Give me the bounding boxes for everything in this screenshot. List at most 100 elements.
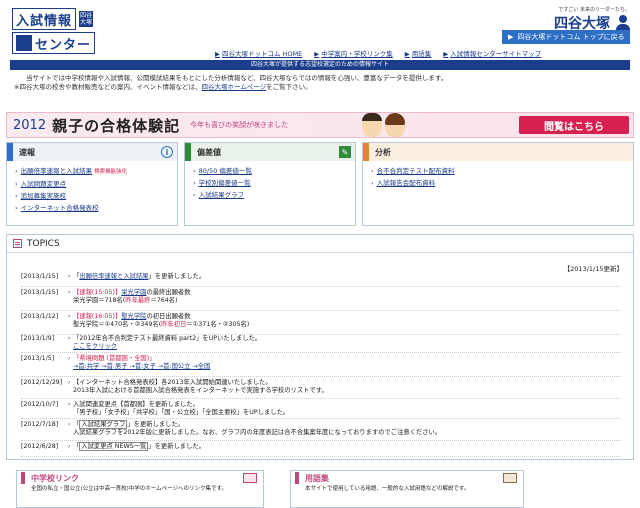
nav-school-links-label: 中学案内・学校リンク集 (321, 50, 393, 58)
topic-link[interactable]: 栄光学園 (121, 289, 146, 296)
girl-icon (385, 113, 405, 137)
nav-home[interactable]: ▶ 四谷大塚ドットコム HOME (215, 48, 302, 58)
topic-line1: 「2012年合不合判定テスト最終資料 part2」をUPいたしました。 (73, 335, 613, 343)
school-links-box[interactable]: 中学校リンク 全国の私立・国公立(公立は中高一貫校)中学のホームページへのリンク… (16, 470, 264, 508)
topic-link[interactable]: →首:共学 →首:男子 →首:女子 →首:国公立 →全国 (73, 363, 210, 370)
intro-text: 当サイトでは中学校情報や入試情報、公開模試結果をもとにした分析情報など、四谷大塚… (10, 74, 630, 102)
topic-line1: 「入試変更点 NEWS一覧」を更新しました。 (73, 442, 613, 451)
topic-body: 「入試変更点 NEWS一覧」を更新しました。 (68, 442, 613, 451)
topic-text: 【インターネット合格発表校】各2013年入試開始関連いたしました。 (73, 379, 272, 386)
topic-date: [2013/1/15] (21, 289, 59, 296)
topic-text: の最終出願者数 (146, 289, 191, 296)
topic-line1: 入試関連変更点【首都圏】を更新しました。 (73, 401, 613, 409)
intro-line2-post: をご覧下さい。 (266, 83, 312, 91)
topic-date: [2012/10/7] (21, 401, 59, 408)
topic-line1: 【速報(15:05)】栄光学園の最終出願者数 (73, 289, 613, 297)
topic-text: 入試変更点 NEWS一覧 (79, 442, 149, 451)
panel-news: 速報 i 出願倍率速報と入試結果検索機能強化 入試問題変更点 追加募集実施校 イン… (6, 142, 178, 226)
topic-line2: 栄光学園＝718名(昨年最終＝764名) (73, 297, 613, 305)
topic-line1: 「出願倍率速報と入試結果」を更新しました。 (73, 273, 613, 281)
link-internet-results[interactable]: インターネット合格発表校 (21, 204, 99, 212)
topic-row: [2013/1/12] 【速報(16:05)】聖光学院の初日出願者数聖光学院＝①4… (21, 313, 621, 335)
topics-title: TOPICS (27, 238, 60, 249)
link-exam-changes[interactable]: 入試問題変更点 (21, 180, 67, 188)
list-item: 学校別偏差値一覧 (193, 177, 347, 189)
page: 入試情報 四谷大塚 センター ですごい 未来のリーダーたち。 四谷大塚 ▶ 四谷大… (0, 0, 640, 508)
panel-analysis-title: 分析 (375, 147, 391, 157)
yotsuya-homepage-link[interactable]: 四谷大塚ホームページ (201, 83, 266, 91)
list-item: インターネット合格発表校 (15, 202, 169, 214)
link-application-ratio[interactable]: 出願倍率速報と入試結果 (21, 167, 93, 175)
topic-text: ＝①371名・②305名) (186, 321, 250, 328)
banner-subtitle: 今年も喜びの笑顔が咲きました (190, 121, 289, 129)
topic-link[interactable]: 聖光学院 (121, 313, 146, 320)
list-item: 入試結果グラフ (193, 189, 347, 201)
list-item: 入試問題変更点 (15, 178, 169, 190)
topic-body: 【速報(16:05)】聖光学院の初日出願者数聖光学院＝①470名・②349名(昨… (68, 313, 613, 329)
topic-text: 」を更新しました。 (148, 273, 206, 280)
topic-text: の初日出願者数 (146, 313, 191, 320)
nav-glossary[interactable]: ▶ 用語集 (405, 48, 432, 58)
brand[interactable]: ですごい 未来のリーダーたち。 四谷大塚 (554, 6, 630, 33)
experience-banner[interactable]: 2012 親子の合格体験記 今年も喜びの笑顔が咲きました 閲覧はこちら (6, 112, 634, 138)
panel-deviation-bar (185, 143, 191, 161)
topic-line1: 【インターネット合格発表校】各2013年入試開始関連いたしました。 (73, 379, 613, 387)
arrow-icon: ▶ (215, 50, 220, 58)
panel-analysis-bar (363, 143, 369, 161)
topic-body: 【インターネット合格発表校】各2013年入試開始関連いたしました。2013年入試… (68, 379, 613, 395)
topic-line2: 入試結果グラフを2012年版に更新しました。なお、グラフ内の年度表記は合不合集案… (73, 429, 613, 437)
topic-line1: 「入試結果グラフ」を更新しました。 (73, 420, 613, 429)
topic-line1: 「県境問題 (首都圏・全国)」 (73, 355, 613, 363)
topics-updated: 【2013/1/15更新】 (563, 265, 623, 273)
topic-date: [2013/1/12] (21, 313, 59, 320)
site-logo[interactable]: 入試情報 四谷大塚 センター (12, 8, 150, 54)
panel-deviation-title: 偏差値 (197, 147, 221, 157)
banner-year: 2012 (13, 117, 47, 133)
topic-row: [2012/6/28] 「入試変更点 NEWS一覧」を更新しました。 (21, 442, 621, 457)
topic-text: 聖光学院＝①470名・②349名( (73, 321, 162, 328)
nav-sitemap[interactable]: ▶ 入試情報センターサイトマップ (443, 48, 541, 58)
topic-date: [2012/7/18] (21, 421, 59, 428)
glossary-box[interactable]: 用語集 本サイトで使用している用語、一般的な入試用語などの解説です。 (290, 470, 524, 508)
topics-section: TOPICS 【2013/1/15更新】 [2013/1/15] 「出願倍率速報と… (6, 234, 634, 460)
topic-text: 昨年最終 (125, 297, 151, 304)
link-result-graph[interactable]: 入試結果グラフ (199, 191, 245, 199)
topic-date: [2012/6/28] (21, 443, 59, 450)
topic-body: 入試関連変更点【首都圏】を更新しました。「男子校」「女子校」「共学校」「国・公立… (68, 401, 613, 417)
topic-link[interactable]: ここをクリック (73, 343, 117, 350)
view-button[interactable]: 閲覧はこちら (519, 116, 629, 134)
site-tagline-bar: 四谷大塚が提供する志望校選定のための情報サイト (10, 60, 630, 70)
topic-text: 「2012年合不合判定テスト最終資料 part2」をUPいたしました。 (73, 335, 262, 342)
list-item: 追加募集実施校 (15, 190, 169, 202)
topic-link[interactable]: 出願倍率速報と入試結果 (79, 273, 148, 280)
topic-text: 栄光学園＝718名( (73, 297, 126, 304)
topic-body: 「出願倍率速報と入試結果」を更新しました。 (68, 273, 613, 281)
list-item: 出願倍率速報と入試結果検索機能強化 (15, 165, 169, 178)
info-icon: i (161, 146, 173, 158)
nav-school-links[interactable]: ▶ 中学案内・学校リンク集 (314, 48, 393, 58)
panel-analysis: 分析 合不合判定テスト配布資料 入試報告会配布資料 (362, 142, 634, 226)
topic-row: [2013/1/5] 「県境問題 (首都圏・全国)」→首:共学 →首:男子 →首:… (21, 355, 621, 377)
nav-glossary-label: 用語集 (411, 50, 432, 58)
list-icon (13, 239, 22, 248)
link-test-materials[interactable]: 合不合判定テスト配布資料 (377, 167, 455, 175)
topic-date: [2013/1/15] (21, 273, 59, 280)
back-to-top-button[interactable]: ▶ 四谷大塚ドットコム トップに戻る (502, 30, 630, 44)
banner-illustration (362, 113, 405, 137)
link-additional-recruit[interactable]: 追加募集実施校 (21, 192, 67, 200)
school-links-title: 中学校リンク (31, 473, 79, 483)
back-to-top-label: 四谷大塚ドットコム トップに戻る (517, 33, 625, 41)
glossary-bar (295, 472, 299, 484)
topic-text: ＝764名) (150, 297, 178, 304)
new-tag: 検索機能強化 (94, 169, 128, 175)
brand-tagline: ですごい 未来のリーダーたち。 (558, 7, 630, 13)
topic-text: 昨年初日 (161, 321, 187, 328)
link-school-deviation[interactable]: 学校別偏差値一覧 (199, 179, 251, 187)
link-report-materials[interactable]: 入試報告会配布資料 (377, 179, 436, 187)
link-8050-deviation[interactable]: 80/50 偏差値一覧 (199, 167, 252, 175)
book-icon (503, 473, 517, 483)
topic-body: 「2012年合不合判定テスト最終資料 part2」をUPいたしました。ここをクリ… (68, 335, 613, 351)
topic-text: 2013年入試における首都圏入試合格発表をインターネットで実施する学校のリストで… (73, 387, 328, 394)
topic-line2: 「男子校」「女子校」「共学校」「国・公立校」「全国主要校」をUPしました。 (73, 409, 613, 417)
intro-line2-pre: ※四谷大塚の校舎や教材販売などの案内、イベント情報などは、 (14, 83, 202, 91)
